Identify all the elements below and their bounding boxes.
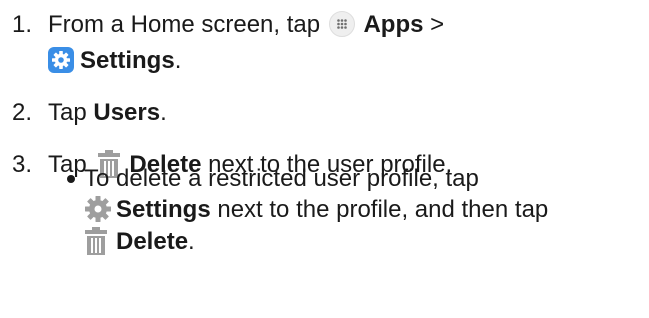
users-label: Users xyxy=(93,99,161,126)
step-2-prefix: Tap xyxy=(48,99,94,126)
bullet-dot xyxy=(67,175,75,183)
step-2-suffix: . xyxy=(160,99,167,126)
step-1-line-2: Settings. xyxy=(48,46,181,76)
sub-bullet-line-3: Delete. xyxy=(84,226,195,258)
settings-label: Settings xyxy=(80,47,175,74)
apps-grid-icon xyxy=(328,10,355,37)
sub-bullet-line-2: Settings next to the profile, and then t… xyxy=(84,195,548,225)
step-3-number: 3. xyxy=(12,151,33,178)
step-3-prefix: Tap xyxy=(48,151,87,178)
gear-icon xyxy=(84,195,112,223)
step-2-number: 2. xyxy=(12,99,33,126)
sub-bullet-line-1: To delete a restricted user profile, tap xyxy=(84,164,479,194)
settings-gear-blue-icon xyxy=(48,46,74,73)
step-1-number: 1. xyxy=(12,11,33,38)
settings-suffix: . xyxy=(174,47,182,74)
sub-bullet-text: To delete a restricted user profile, tap xyxy=(84,165,479,192)
apps-label: Apps xyxy=(363,11,424,38)
step-1-text: From a Home screen, tap xyxy=(48,11,321,38)
step-1-line-1: From a Home screen, tap Apps > xyxy=(48,10,444,40)
apps-suffix: > xyxy=(423,11,445,38)
sub-settings-label: Settings xyxy=(116,196,211,223)
sub-bullet-line-3-suffix: . xyxy=(188,228,195,255)
sub-delete-label: Delete xyxy=(116,228,189,255)
sub-bullet-line-2-text: next to the profile, and then tap xyxy=(210,196,549,223)
step-2-line: Tap Users. xyxy=(48,98,167,128)
trash-icon xyxy=(84,226,108,256)
